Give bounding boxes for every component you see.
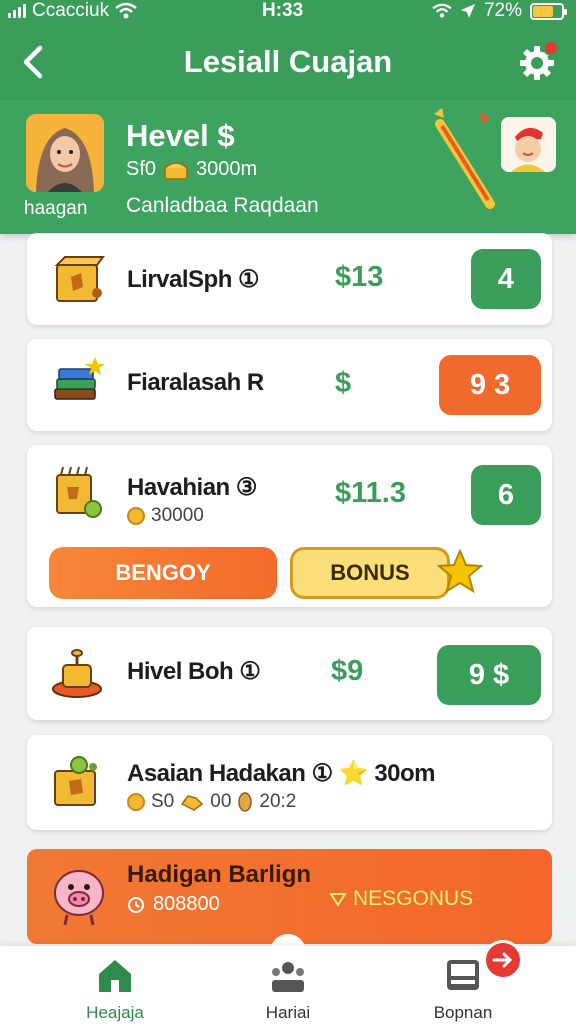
signal-icon	[8, 4, 26, 18]
cake-icon	[52, 649, 102, 698]
friend-avatar[interactable]	[501, 117, 556, 172]
item-label: Asaian Hadakan ① ⭐ 30om	[127, 760, 436, 787]
bus-icon	[447, 960, 479, 990]
gold-nugget-icon	[181, 795, 204, 811]
item-stat: 20:2	[259, 791, 297, 812]
bengoy-button[interactable]: BENGOY	[49, 547, 277, 599]
item-label: LirvalSph ①	[127, 266, 260, 293]
crate-icon	[54, 256, 105, 302]
nav-header: Lesiall Cuajan	[0, 24, 576, 100]
battery-fill	[533, 5, 554, 17]
item-coins-value: 30000	[151, 505, 204, 526]
carrier-name: Ccacciuk	[32, 0, 110, 21]
item-price: $13	[335, 261, 384, 293]
basket-icon	[54, 756, 97, 806]
status-bar: Ccacciuk H:33 72%	[0, 0, 576, 24]
bonus-button[interactable]: BONUS	[290, 547, 450, 599]
battery-percent: 72%	[483, 0, 522, 21]
tab-label: Hariai	[265, 1003, 311, 1022]
group-icon	[272, 962, 304, 992]
promo-amount: 808800	[153, 893, 220, 915]
arrow-right-icon	[492, 952, 513, 968]
item-action-button[interactable]: 9 3	[439, 355, 541, 415]
user-avatar-icon	[26, 114, 104, 192]
item-stat: S0	[151, 791, 175, 812]
coin-icon	[127, 507, 145, 525]
status-time: H:33	[262, 0, 304, 21]
pig-mascot-icon	[54, 870, 104, 926]
tab-label: Bopnan	[433, 1003, 493, 1022]
list-item[interactable]: Havahian ③ 30000 $11.3 6 BENGOY BONUS	[27, 445, 552, 607]
battery-icon	[530, 2, 567, 20]
status-right: 72%	[432, 0, 567, 22]
books-icon	[54, 357, 105, 400]
avatar-label: haagan	[24, 198, 88, 219]
list-item[interactable]: Hivel Boh ① $9 9 $	[27, 627, 552, 720]
notification-dot	[543, 40, 559, 56]
peanut-icon	[238, 792, 253, 812]
item-label: Havahian ③	[127, 474, 257, 501]
floating-action-button[interactable]	[483, 940, 523, 980]
star-icon	[437, 549, 483, 594]
item-price: $	[335, 367, 352, 399]
location-arrow-icon	[460, 4, 475, 18]
balance-prefix: Sf0	[126, 158, 157, 180]
coin-icon	[127, 793, 145, 811]
profile-balance: Sf0 3000m	[126, 158, 257, 181]
item-action-button[interactable]: 4	[471, 249, 541, 309]
item-action-button[interactable]: 9 $	[437, 645, 541, 705]
friend-avatar-icon	[501, 117, 556, 172]
item-action-button[interactable]: 6	[471, 465, 541, 525]
tab-home[interactable]: Heajaja	[55, 958, 175, 1023]
chest-icon	[164, 161, 188, 180]
wifi-icon	[432, 3, 452, 18]
item-price: $11.3	[335, 477, 406, 509]
item-stat: 00	[210, 791, 232, 812]
page-title: Lesiall Cuajan	[183, 44, 393, 79]
profile-section: haagan Hevel $ Sf0 3000m Canladbaa Raqda…	[0, 100, 576, 234]
profile-name: Hevel $	[126, 118, 235, 153]
promo-bonus-link[interactable]: NESGONUS	[329, 887, 473, 911]
promo-banner[interactable]: Hadigan Barlign 808800 NESGONUS	[27, 849, 552, 944]
gift-crate-icon	[56, 466, 102, 518]
home-icon	[99, 960, 131, 992]
clock-icon	[128, 896, 144, 913]
carrier-group: Ccacciuk	[8, 0, 137, 22]
item-label: Hivel Boh ①	[127, 658, 261, 685]
promo-amount-row: 808800	[127, 893, 220, 916]
arrow-down-icon	[329, 893, 347, 907]
list-item[interactable]: LirvalSph ① $13 4	[27, 233, 552, 325]
profile-subtitle: Canladbaa Raqdaan	[126, 194, 319, 217]
balance-amount: 3000m	[196, 158, 258, 180]
item-label: Fiaralasah R	[127, 369, 264, 396]
tab-label: Heajaja	[86, 1003, 144, 1022]
list-item[interactable]: Fiaralasah R $ 9 3	[27, 339, 552, 431]
item-stats: S0 00 20:2	[127, 791, 296, 813]
item-coins: 30000	[127, 505, 204, 527]
confetti-icon	[434, 108, 495, 209]
wifi-icon	[115, 2, 137, 19]
item-price: $9	[331, 655, 364, 687]
promo-bonus-label: NESGONUS	[353, 887, 474, 910]
avatar[interactable]	[26, 114, 104, 192]
tab-friends[interactable]: Hariai	[228, 958, 348, 1023]
promo-title: Hadigan Barlign	[127, 861, 312, 888]
list-item[interactable]: Asaian Hadakan ① ⭐ 30om S0 00 20:2	[27, 735, 552, 830]
